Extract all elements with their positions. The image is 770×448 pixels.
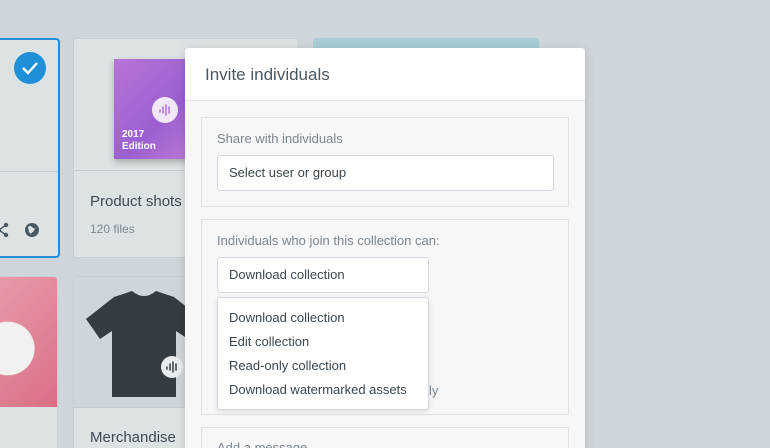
share-section: Share with individuals Select user or gr…	[201, 117, 569, 207]
message-label: Add a message	[217, 440, 308, 448]
modal-title: Invite individuals	[185, 48, 585, 101]
dropdown-option-watermarked[interactable]: Download watermarked assets	[218, 380, 428, 404]
permission-label: Individuals who join this collection can…	[217, 233, 440, 248]
share-icon[interactable]	[0, 222, 10, 238]
message-section: Add a message	[201, 427, 569, 448]
card-divider	[0, 171, 58, 172]
check-icon[interactable]	[14, 52, 46, 84]
brand-logo-icon	[152, 97, 178, 123]
user-group-select[interactable]: Select user or group	[217, 155, 554, 191]
card-title: Merchandise	[90, 429, 176, 446]
card-subtitle: 120 files	[90, 222, 135, 236]
partially-hidden-text: ly	[429, 383, 439, 398]
card-title: Product shots	[90, 193, 182, 210]
permission-dropdown-menu: Download collection Edit collection Read…	[217, 297, 429, 410]
dropdown-option-read-only[interactable]: Read-only collection	[218, 356, 428, 380]
dropdown-option-download[interactable]: Download collection	[218, 308, 428, 332]
share-label: Share with individuals	[217, 131, 343, 146]
album-text: 2017 Edition	[122, 129, 156, 152]
globe-icon[interactable]	[24, 222, 40, 238]
photo-thumbnail	[0, 277, 57, 407]
dropdown-option-edit[interactable]: Edit collection	[218, 332, 428, 356]
invite-individuals-modal: Invite individuals Share with individual…	[185, 48, 585, 448]
permission-select[interactable]: Download collection	[217, 257, 429, 293]
collection-card-photo[interactable]	[0, 276, 58, 448]
